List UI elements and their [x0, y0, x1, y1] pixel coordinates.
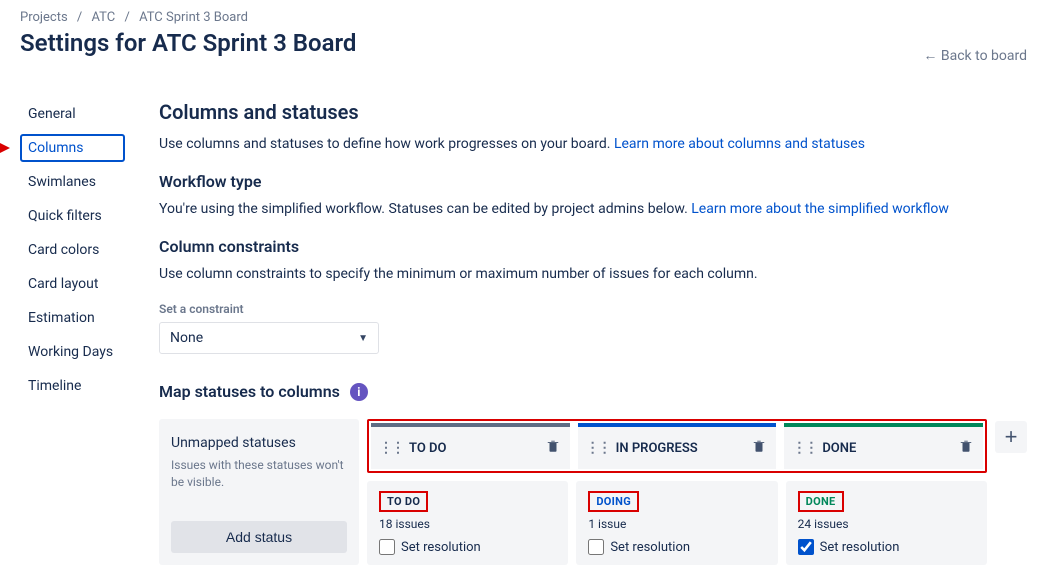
drag-handle-icon[interactable]: ⋮⋮: [379, 440, 403, 456]
arrow-indicator-icon: [0, 143, 10, 153]
sidebar-item-estimation[interactable]: Estimation: [20, 304, 125, 332]
column-header-todo[interactable]: ⋮⋮ TO DO: [371, 423, 570, 469]
workflow-type-title: Workflow type: [159, 172, 1027, 191]
breadcrumb: Projects / ATC / ATC Sprint 3 Board: [20, 10, 1027, 25]
column-title: DONE: [822, 441, 953, 456]
drag-handle-icon[interactable]: ⋮⋮: [792, 440, 816, 456]
issue-count: 24 issues: [798, 517, 975, 531]
unmapped-title: Unmapped statuses: [171, 435, 347, 451]
set-resolution-row[interactable]: Set resolution: [798, 539, 975, 555]
breadcrumb-board[interactable]: ATC Sprint 3 Board: [139, 10, 248, 25]
column-title: TO DO: [409, 441, 540, 456]
status-badge-done: DONE: [798, 491, 844, 512]
settings-sidebar: General Columns Swimlanes Quick filters …: [20, 100, 125, 565]
trash-icon[interactable]: [752, 439, 766, 457]
status-badge-doing: DOING: [588, 491, 639, 512]
learn-more-workflow-link[interactable]: Learn more about the simplified workflow: [691, 201, 949, 217]
set-resolution-label: Set resolution: [820, 540, 900, 555]
sidebar-item-quick-filters[interactable]: Quick filters: [20, 202, 125, 230]
column-header-done[interactable]: ⋮⋮ DONE: [784, 423, 983, 469]
breadcrumb-separator: /: [124, 10, 129, 25]
breadcrumb-atc[interactable]: ATC: [92, 10, 116, 25]
unmapped-subtitle: Issues with these statuses won't be visi…: [171, 457, 347, 491]
set-resolution-row[interactable]: Set resolution: [379, 539, 556, 555]
main-content: Columns and statuses Use columns and sta…: [159, 100, 1027, 565]
issue-count: 1 issue: [588, 517, 765, 531]
set-resolution-label: Set resolution: [401, 540, 481, 555]
add-column-button[interactable]: +: [995, 421, 1027, 453]
status-card-done[interactable]: DONE 24 issues Set resolution: [786, 481, 987, 565]
status-card-doing[interactable]: DOING 1 issue Set resolution: [576, 481, 777, 565]
sidebar-item-timeline[interactable]: Timeline: [20, 372, 125, 400]
set-resolution-checkbox[interactable]: [379, 539, 395, 555]
sidebar-item-swimlanes[interactable]: Swimlanes: [20, 168, 125, 196]
column-header-in-progress[interactable]: ⋮⋮ IN PROGRESS: [578, 423, 777, 469]
unmapped-statuses-panel: Unmapped statuses Issues with these stat…: [159, 419, 359, 565]
sidebar-item-label: Columns: [28, 140, 83, 156]
columns-header-highlighted: ⋮⋮ TO DO ⋮⋮ IN PROGRESS: [367, 419, 987, 473]
breadcrumb-projects[interactable]: Projects: [20, 10, 68, 25]
sidebar-item-card-colors[interactable]: Card colors: [20, 236, 125, 264]
set-resolution-row[interactable]: Set resolution: [588, 539, 765, 555]
columns-statuses-desc: Use columns and statuses to define how w…: [159, 136, 1027, 152]
set-resolution-checkbox[interactable]: [798, 539, 814, 555]
chevron-down-icon: ▼: [358, 333, 368, 344]
map-statuses-title: Map statuses to columns: [159, 382, 340, 401]
info-icon[interactable]: i: [350, 383, 368, 401]
add-status-button[interactable]: Add status: [171, 521, 347, 553]
trash-icon[interactable]: [959, 439, 973, 457]
set-constraint-label: Set a constraint: [159, 302, 1027, 316]
status-card-todo[interactable]: TO DO 18 issues Set resolution: [367, 481, 568, 565]
status-badge-todo: TO DO: [379, 491, 428, 512]
columns-statuses-title: Columns and statuses: [159, 100, 1027, 124]
issue-count: 18 issues: [379, 517, 556, 531]
sidebar-item-card-layout[interactable]: Card layout: [20, 270, 125, 298]
constraint-select-value: None: [170, 330, 203, 346]
sidebar-item-columns[interactable]: Columns: [20, 134, 125, 162]
workflow-type-desc: You're using the simplified workflow. St…: [159, 201, 1027, 217]
column-constraints-title: Column constraints: [159, 237, 1027, 256]
column-title: IN PROGRESS: [616, 441, 747, 456]
sidebar-item-working-days[interactable]: Working Days: [20, 338, 125, 366]
learn-more-columns-link[interactable]: Learn more about columns and statuses: [614, 136, 865, 152]
back-to-board-link[interactable]: ← Back to board: [923, 47, 1027, 64]
page-title: Settings for ATC Sprint 3 Board: [20, 29, 356, 57]
set-resolution-checkbox[interactable]: [588, 539, 604, 555]
trash-icon[interactable]: [546, 439, 560, 457]
constraint-select[interactable]: None ▼: [159, 322, 379, 354]
column-constraints-desc: Use column constraints to specify the mi…: [159, 266, 1027, 282]
sidebar-item-general[interactable]: General: [20, 100, 125, 128]
set-resolution-label: Set resolution: [610, 540, 690, 555]
drag-handle-icon[interactable]: ⋮⋮: [586, 440, 610, 456]
breadcrumb-separator: /: [77, 10, 82, 25]
